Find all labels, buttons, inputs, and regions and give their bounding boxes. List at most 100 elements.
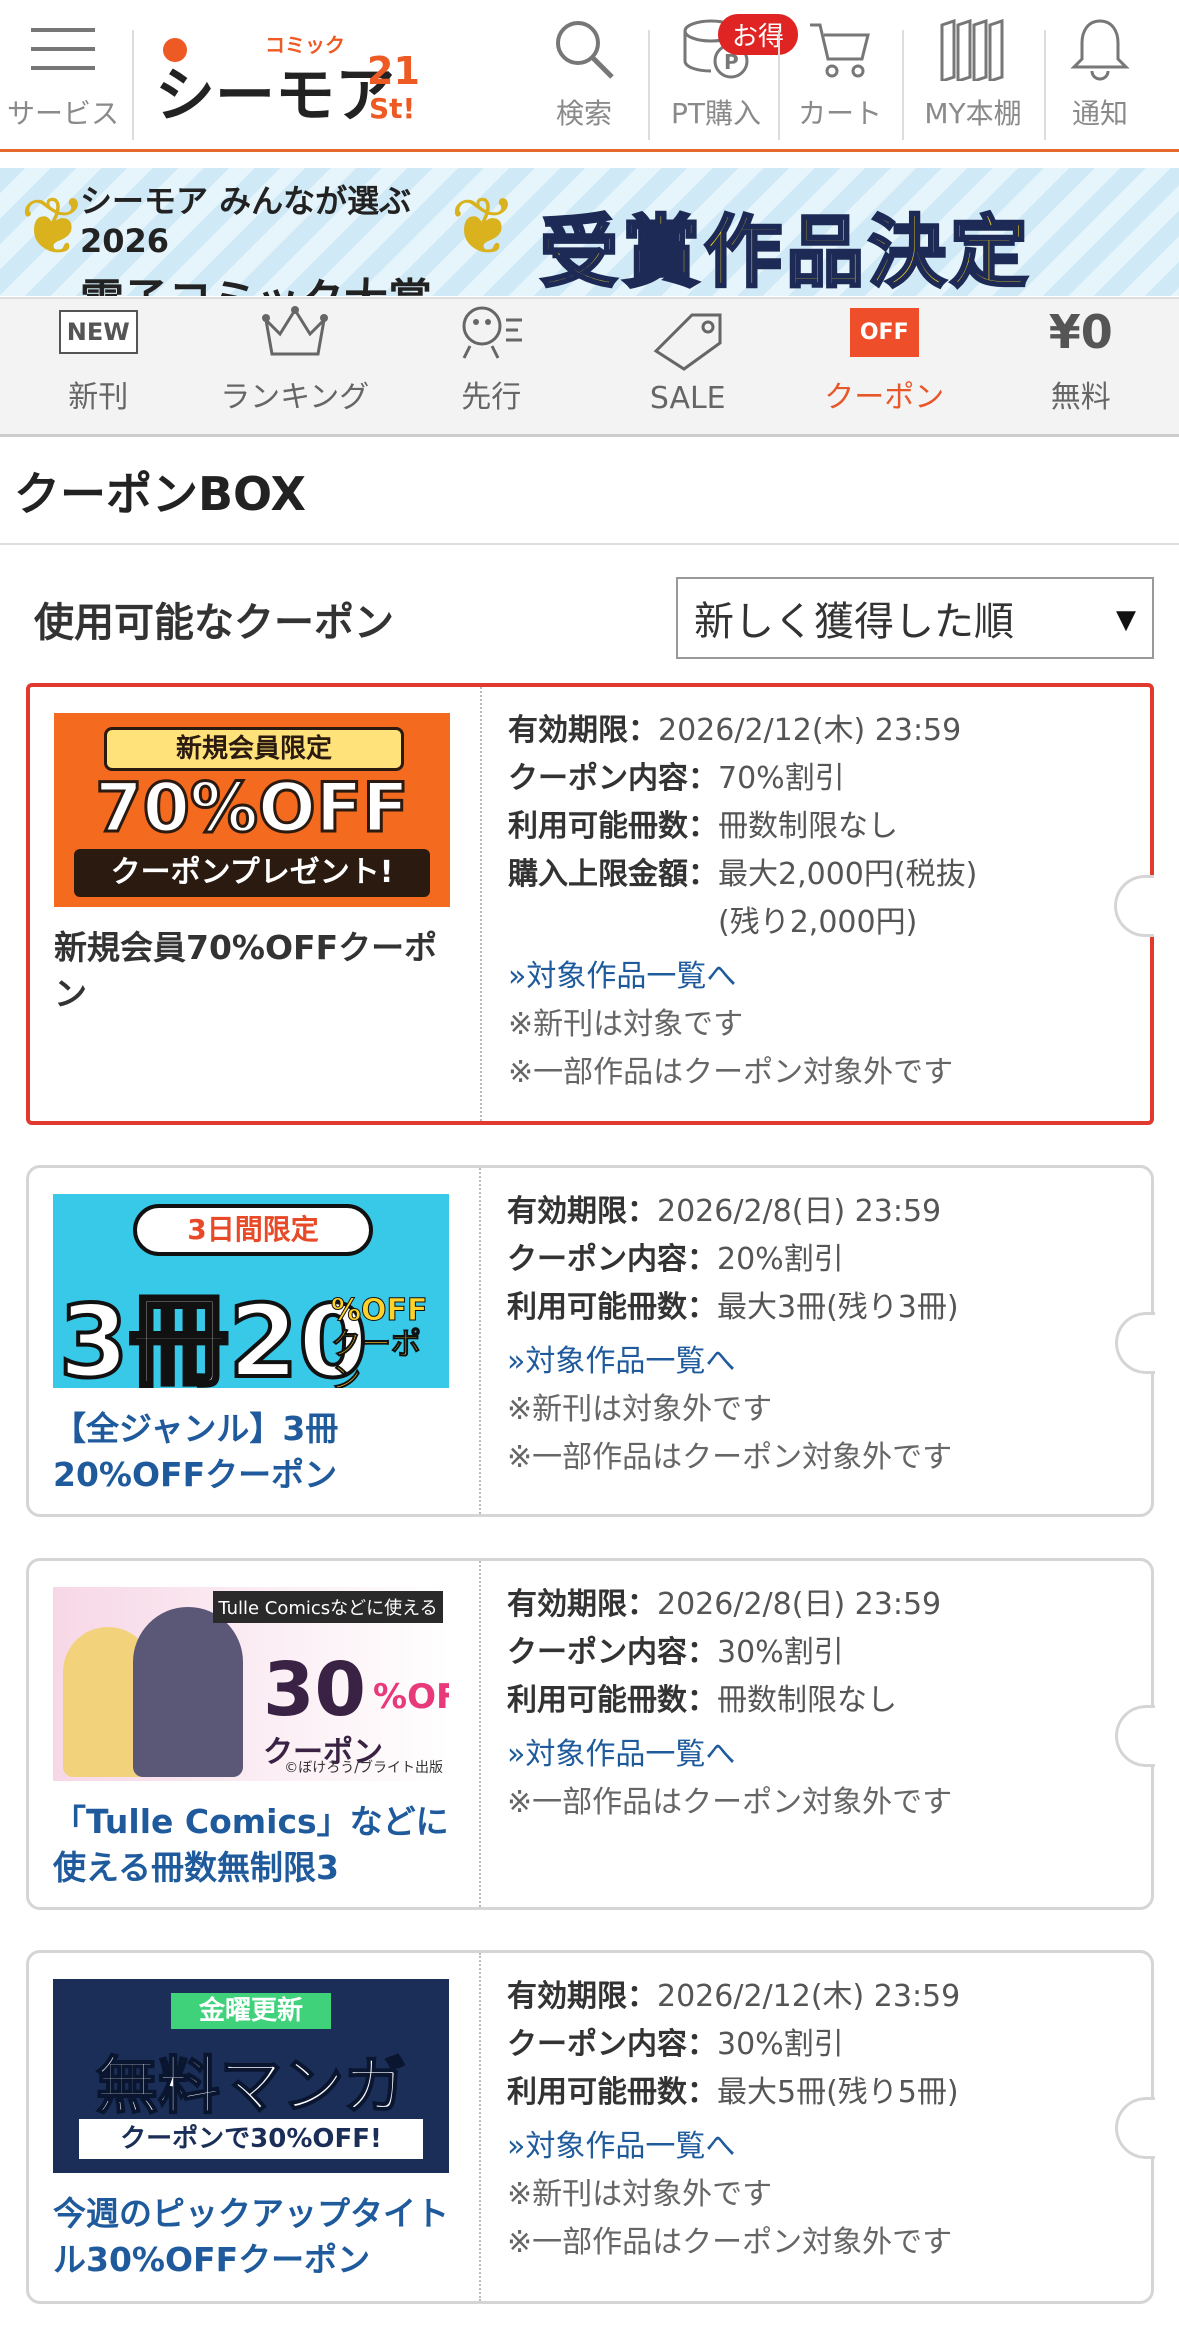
cmoa-logo[interactable]: コミック シーモア 21 St! xyxy=(155,28,435,131)
count-value: 最大5冊(残り5冊) xyxy=(717,2075,959,2110)
coupon-note: ※新刊は対象外です xyxy=(507,2177,773,2212)
limit-value: 最大2,000円(税抜) xyxy=(718,857,978,892)
available-coupons-heading: 使用可能なクーポン xyxy=(34,600,394,646)
character-illustration xyxy=(133,1607,243,1777)
content-label: クーポン内容： xyxy=(508,761,718,796)
banner-headline: 受賞作品決定 xyxy=(538,207,1033,297)
tab-free-label: 無料 xyxy=(1050,380,1111,415)
coupon-expiry-row: 有効期限：2026/2/8(日) 23:59 xyxy=(507,1581,1131,1629)
coupon-image-discount: 30 xyxy=(263,1647,366,1733)
content-value: 30%割引 xyxy=(717,2027,844,2062)
my-bookshelf-label: MY本棚 xyxy=(924,97,1022,130)
banner-left-text: シーモア みんなが選ぶ 2026 電子コミック大賞 xyxy=(80,176,480,296)
coupon-details: 有効期限：2026/2/8(日) 23:59 クーポン内容：20%割引 利用可能… xyxy=(507,1188,1131,1482)
service-menu-button[interactable]: サービス xyxy=(0,0,126,148)
tab-sale[interactable]: SALE xyxy=(590,299,787,434)
content-label: クーポン内容： xyxy=(507,1635,717,1670)
expiry-label: 有効期限： xyxy=(508,713,658,748)
tab-ranking[interactable]: ランキング xyxy=(197,299,394,434)
coupon-expiry-row: 有効期限：2026/2/12(木) 23:59 xyxy=(507,1973,1131,2021)
yen-zero-icon: ¥0 xyxy=(1048,305,1113,359)
coupon-name: 新規会員70%OFFクーポン xyxy=(54,928,438,1013)
coupon-count-row: 利用可能冊数：最大3冊(残り3冊) xyxy=(507,1284,1131,1332)
sort-select[interactable]: 新しく獲得した順 ▼ xyxy=(676,577,1154,659)
coupon-note: ※新刊は対象です xyxy=(508,1007,744,1042)
tab-new[interactable]: NEW 新刊 xyxy=(0,299,197,434)
cart-button[interactable]: カート xyxy=(786,0,894,148)
coupon-banner-image: 3日間限定 3冊20 %OFFクーポン xyxy=(53,1194,449,1388)
header-divider xyxy=(132,30,134,140)
target-titles-link[interactable]: »対象作品一覧へ xyxy=(507,1731,1131,1779)
coupon-name-link[interactable]: 【全ジャンル】3冊20%OFFクーポン xyxy=(53,1406,455,1498)
sort-selected-value: 新しく獲得した順 xyxy=(694,599,1014,645)
cart-label: カート xyxy=(797,97,882,130)
notification-button[interactable]: 通知 xyxy=(1058,0,1142,148)
running-mascot-icon xyxy=(456,300,526,364)
expiry-label: 有効期限： xyxy=(507,1587,657,1622)
coupon-image-tag: Tulle Comicsなどに使える xyxy=(213,1591,443,1623)
target-titles-link[interactable]: »対象作品一覧へ xyxy=(507,1338,1131,1386)
tab-preview[interactable]: 先行 xyxy=(393,299,590,434)
search-icon xyxy=(549,14,619,84)
coupon-limit-row: 購入上限金額：最大2,000円(税抜) xyxy=(508,851,1130,899)
count-label: 利用可能冊数： xyxy=(507,2075,717,2110)
coupon-image-sub: クーポンプレゼント! xyxy=(74,849,430,897)
coupon-count-row: 利用可能冊数：冊数制限なし xyxy=(508,803,1130,851)
logo-top-text: コミック xyxy=(265,33,345,57)
tab-new-label: 新刊 xyxy=(68,380,129,415)
coupon-expiry-row: 有効期限：2026/2/8(日) 23:59 xyxy=(507,1188,1131,1236)
coupon-name-link[interactable]: 今週のピックアップタイトル30%OFFクーポン xyxy=(53,2191,455,2283)
coupon-name-link[interactable]: 「Tulle Comics」などに使える冊数無制限3 xyxy=(53,1799,455,1891)
count-value: 最大3冊(残り3冊) xyxy=(717,1290,959,1325)
logo-main-text: シーモア xyxy=(155,61,395,128)
new-icon: NEW xyxy=(58,310,138,354)
limit-label: 購入上限金額： xyxy=(508,857,718,892)
notification-label: 通知 xyxy=(1071,97,1128,130)
search-label: 検索 xyxy=(555,97,612,130)
expiry-value: 2026/2/8(日) 23:59 xyxy=(657,1587,942,1622)
laurel-left-icon: ❦ xyxy=(20,180,88,273)
dropdown-caret-icon: ▼ xyxy=(1116,605,1136,635)
tab-coupon[interactable]: OFF クーポン xyxy=(786,299,983,434)
coupon-note: ※新刊は対象外です xyxy=(507,1392,773,1427)
category-nav: NEW 新刊 ランキング 先行 SALE OFF クーポン ¥0 無料 xyxy=(0,297,1179,437)
tab-free[interactable]: ¥0 無料 xyxy=(983,299,1179,434)
content-label: クーポン内容： xyxy=(507,2027,717,2062)
coupon-note: ※一部作品はクーポン対象外です xyxy=(507,1785,953,1820)
coupon-limit-remaining-row: (残り2,000円) xyxy=(508,899,1130,947)
logo-st-text: St! xyxy=(369,92,415,125)
off-ticket-icon: OFF xyxy=(849,307,919,357)
pt-purchase-label: PT購入 xyxy=(671,97,761,130)
coupon-content-row: クーポン内容：30%割引 xyxy=(507,2021,1131,2069)
hamburger-icon xyxy=(28,14,98,84)
coupon-card[interactable]: 金曜更新 無料マンガ クーポンで30%OFF! 今週のピックアップタイトル30%… xyxy=(26,1950,1155,2304)
content-value: 70%割引 xyxy=(718,761,845,796)
coupon-image-discount: 無料マンガ xyxy=(95,2048,407,2123)
coupon-banner-image: 新規会員限定 70%OFF クーポンプレゼント! xyxy=(54,713,450,907)
target-titles-link[interactable]: »対象作品一覧へ xyxy=(508,953,1130,1001)
tab-preview-label: 先行 xyxy=(461,380,522,415)
crown-icon xyxy=(260,300,330,364)
expiry-label: 有効期限： xyxy=(507,1194,657,1229)
coupon-left-panel: 新規会員限定 70%OFF クーポンプレゼント! 新規会員70%OFFクーポン xyxy=(30,687,482,1121)
laurel-right-icon: ❦ xyxy=(450,180,518,273)
coupon-note: ※一部作品はクーポン対象外です xyxy=(507,1440,953,1475)
price-tag-icon xyxy=(652,309,724,373)
award-banner[interactable]: ❦ シーモア みんなが選ぶ 2026 電子コミック大賞 ❦ 受賞作品決定 xyxy=(0,168,1179,296)
content-value: 20%割引 xyxy=(717,1242,844,1277)
coupon-image-sub: %OFFクーポン xyxy=(331,1293,429,1388)
coupon-details: 有効期限：2026/2/12(木) 23:59 クーポン内容：70%割引 利用可… xyxy=(508,707,1130,1097)
target-titles-link[interactable]: »対象作品一覧へ xyxy=(507,2123,1131,2171)
logo-num-text: 21 xyxy=(367,49,420,93)
coupon-card[interactable]: 3日間限定 3冊20 %OFFクーポン 【全ジャンル】3冊20%OFFクーポン … xyxy=(26,1165,1155,1517)
my-bookshelf-button[interactable]: MY本棚 xyxy=(910,0,1036,148)
search-button[interactable]: 検索 xyxy=(542,0,626,148)
app-header: サービス コミック シーモア 21 St! 検索 P PT購入 お得 カート M… xyxy=(0,0,1179,152)
coupon-image-tag: 金曜更新 xyxy=(171,1993,331,2029)
page-title: クーポンBOX xyxy=(14,467,306,521)
coupon-card[interactable]: Tulle Comicsなどに使える 30 %OFF クーポン ©ぼけろう/ブラ… xyxy=(26,1558,1155,1910)
coupon-card[interactable]: 新規会員限定 70%OFF クーポンプレゼント! 新規会員70%OFFクーポン … xyxy=(26,683,1154,1125)
count-label: 利用可能冊数： xyxy=(507,1290,717,1325)
coupon-content-row: クーポン内容：30%割引 xyxy=(507,1629,1131,1677)
service-label: サービス xyxy=(6,97,119,130)
